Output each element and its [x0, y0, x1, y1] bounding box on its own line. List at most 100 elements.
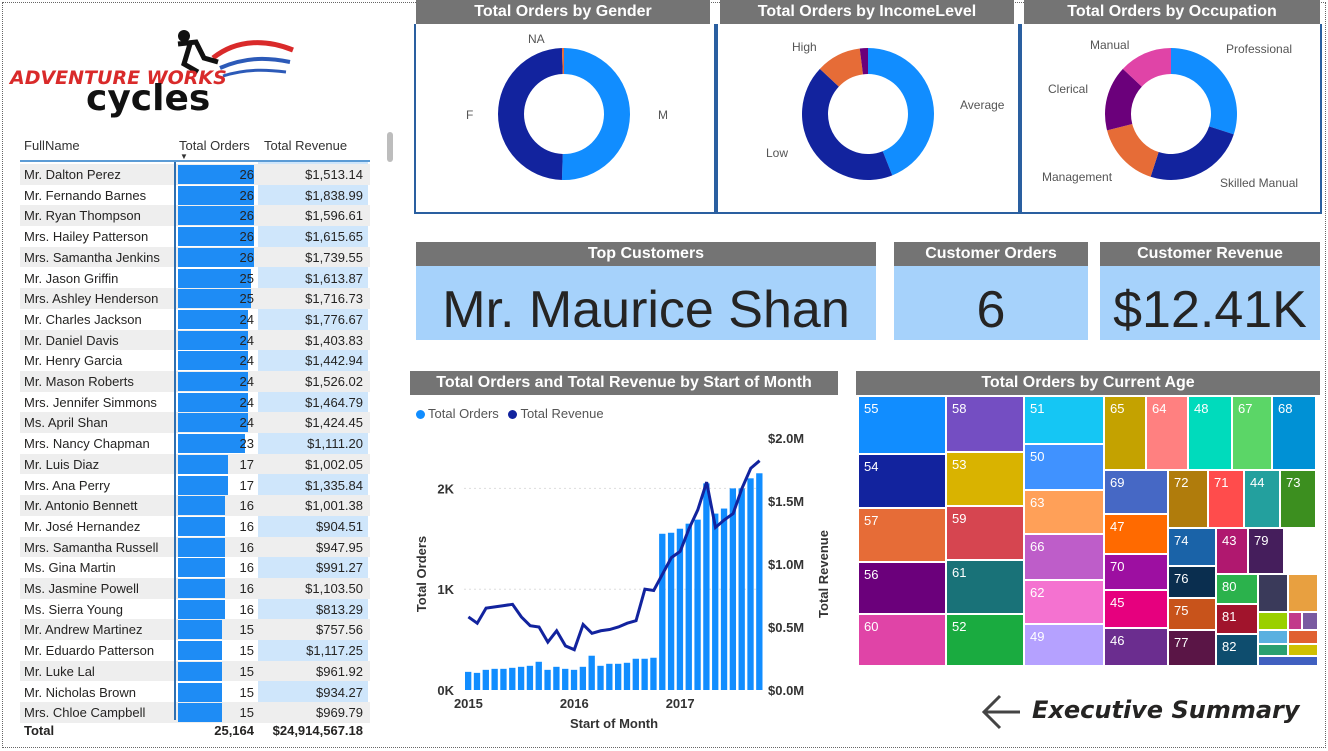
- income-donut-chart[interactable]: [718, 24, 1018, 210]
- table-row[interactable]: Mr. Charles Jackson 24 $1,776.67: [20, 309, 370, 330]
- treemap-cell-age-50[interactable]: 50: [1024, 444, 1104, 490]
- age-treemap[interactable]: 55 54 57 56 60 58 53 59 61 52 51 50 63 66 62 49 65 64 48 67…: [858, 396, 1318, 668]
- occupation-slice-professional[interactable]: [1171, 48, 1237, 135]
- treemap-cell-age-63[interactable]: 63: [1024, 490, 1104, 534]
- treemap-cell-small[interactable]: [1258, 630, 1288, 644]
- orders-bar[interactable]: [606, 663, 613, 690]
- treemap-cell-age-62[interactable]: 62: [1024, 580, 1104, 624]
- gender-donut-chart[interactable]: [416, 24, 714, 210]
- orders-bar[interactable]: [703, 483, 710, 690]
- orders-bar[interactable]: [597, 665, 604, 690]
- treemap-cell-small[interactable]: [1288, 644, 1318, 656]
- orders-bar[interactable]: [491, 668, 498, 690]
- treemap-cell-age-82[interactable]: 82: [1216, 634, 1258, 666]
- table-row[interactable]: Mr. Eduardo Patterson 15 $1,117.25: [20, 640, 370, 661]
- income-slice-low[interactable]: [802, 68, 893, 181]
- treemap-cell-age-55[interactable]: 55: [858, 396, 946, 454]
- orders-bar[interactable]: [473, 672, 481, 690]
- orders-bar[interactable]: [720, 508, 728, 690]
- table-row[interactable]: Ms. Jasmine Powell 16 $1,103.50: [20, 578, 370, 599]
- treemap-cell-age-79[interactable]: 79: [1248, 528, 1284, 574]
- treemap-cell-age-54[interactable]: 54: [858, 454, 946, 508]
- treemap-cell-age-81[interactable]: 81: [1216, 604, 1258, 634]
- orders-bar[interactable]: [659, 533, 666, 690]
- orders-bar[interactable]: [579, 666, 587, 690]
- orders-bar[interactable]: [623, 662, 631, 690]
- table-row[interactable]: Ms. Sierra Young 16 $813.29: [20, 599, 370, 620]
- gender-slice-m[interactable]: [561, 48, 630, 181]
- orders-bar[interactable]: [535, 661, 542, 690]
- treemap-cell-age-44[interactable]: 44: [1244, 470, 1280, 528]
- orders-bar[interactable]: [509, 667, 516, 690]
- orders-bar[interactable]: [482, 669, 489, 690]
- treemap-cell-small[interactable]: [1258, 574, 1288, 612]
- orders-bar[interactable]: [729, 488, 737, 690]
- legend-item-total-revenue[interactable]: Total Revenue: [508, 406, 604, 421]
- orders-bar[interactable]: [500, 668, 507, 690]
- treemap-cell-small[interactable]: [1288, 574, 1318, 612]
- treemap-cell-age-61[interactable]: 61: [946, 560, 1024, 614]
- treemap-cell-age-71[interactable]: 71: [1208, 470, 1244, 528]
- treemap-cell-age-49[interactable]: 49: [1024, 624, 1104, 666]
- column-header-fullname[interactable]: FullName: [24, 138, 80, 153]
- table-row[interactable]: Mr. Jason Griffin 25 $1,613.87: [20, 268, 370, 289]
- treemap-cell-small[interactable]: [1288, 612, 1302, 630]
- treemap-cell-age-74[interactable]: 74: [1168, 528, 1216, 566]
- treemap-cell-age-57[interactable]: 57: [858, 508, 946, 562]
- treemap-cell-age-70[interactable]: 70: [1104, 554, 1168, 590]
- table-row[interactable]: Mrs. Jennifer Simmons 24 $1,464.79: [20, 392, 370, 413]
- legend-item-total-orders[interactable]: Total Orders: [416, 406, 499, 421]
- treemap-cell-age-47[interactable]: 47: [1104, 514, 1168, 554]
- orders-bar[interactable]: [544, 669, 551, 690]
- table-row[interactable]: Mr. Andrew Martinez 15 $757.56: [20, 619, 370, 641]
- table-row[interactable]: Mr. Antonio Bennett 16 $1,001.38: [20, 495, 370, 516]
- treemap-cell-age-64[interactable]: 64: [1146, 396, 1188, 470]
- treemap-cell-small[interactable]: [1258, 644, 1288, 656]
- treemap-cell-age-66[interactable]: 66: [1024, 534, 1104, 580]
- occupation-slice-management[interactable]: [1107, 123, 1159, 177]
- treemap-cell-age-60[interactable]: 60: [858, 614, 946, 666]
- orders-bar[interactable]: [685, 523, 692, 690]
- table-row[interactable]: Mr. Mason Roberts 24 $1,526.02: [20, 371, 370, 392]
- treemap-cell-small[interactable]: [1258, 656, 1318, 666]
- table-scrollbar[interactable]: [387, 132, 393, 162]
- treemap-cell-age-48[interactable]: 48: [1188, 396, 1232, 470]
- treemap-cell-age-76[interactable]: 76: [1168, 566, 1216, 598]
- treemap-cell-small[interactable]: [1288, 630, 1318, 644]
- orders-bar[interactable]: [641, 658, 648, 690]
- table-row[interactable]: Mrs. Nancy Chapman 23 $1,111.20: [20, 433, 370, 454]
- table-row[interactable]: Ms. Gina Martin 16 $991.27: [20, 557, 370, 578]
- table-row[interactable]: Mrs. Samantha Jenkins 26 $1,739.55: [20, 246, 370, 268]
- orders-bar[interactable]: [694, 519, 701, 690]
- orders-bar[interactable]: [712, 513, 719, 690]
- treemap-cell-age-67[interactable]: 67: [1232, 396, 1272, 470]
- treemap-cell-small[interactable]: [1302, 612, 1318, 630]
- table-row[interactable]: Mrs. Samantha Russell 16 $947.95: [20, 536, 370, 558]
- table-row[interactable]: Mr. Luis Diaz 17 $1,002.05: [20, 453, 370, 475]
- treemap-cell-age-56[interactable]: 56: [858, 562, 946, 614]
- treemap-cell-age-46[interactable]: 46: [1104, 628, 1168, 666]
- table-row[interactable]: Mr. Fernando Barnes 26 $1,838.99: [20, 185, 370, 206]
- orders-bar[interactable]: [650, 657, 657, 690]
- treemap-cell-age-52[interactable]: 52: [946, 614, 1024, 666]
- treemap-cell-age-51[interactable]: 51: [1024, 396, 1104, 444]
- orders-bar[interactable]: [747, 478, 754, 690]
- occupation-slice-skilled-manual[interactable]: [1150, 126, 1234, 180]
- table-row[interactable]: Mrs. Hailey Patterson 26 $1,615.65: [20, 226, 370, 247]
- executive-summary-nav-button[interactable]: Executive Summary: [980, 690, 1300, 734]
- table-row[interactable]: Mr. Nicholas Brown 15 $934.27: [20, 682, 370, 703]
- table-row[interactable]: Mr. Henry Garcia 24 $1,442.94: [20, 350, 370, 371]
- treemap-cell-age-68[interactable]: 68: [1272, 396, 1316, 470]
- table-row[interactable]: Mr. Ryan Thompson 26 $1,596.61: [20, 205, 370, 227]
- treemap-cell-age-77[interactable]: 77: [1168, 630, 1216, 666]
- table-row[interactable]: Ms. April Shan 24 $1,424.45: [20, 412, 370, 434]
- treemap-cell-age-45[interactable]: 45: [1104, 590, 1168, 628]
- table-row[interactable]: Mr. Daniel Davis 24 $1,403.83: [20, 329, 370, 351]
- orders-revenue-combo-chart[interactable]: 0K 1K 2K $0.0M $0.5M $1.0M $1.5M $2.0M 2015 2016 2…: [406, 420, 842, 740]
- table-row[interactable]: Mr. Dalton Perez 26 $1,513.14: [20, 164, 370, 185]
- column-header-total-orders[interactable]: Total Orders: [179, 138, 250, 153]
- treemap-cell-age-72[interactable]: 72: [1168, 470, 1208, 528]
- table-row[interactable]: Mr. José Hernandez 16 $904.51: [20, 516, 370, 537]
- gender-slice-f[interactable]: [497, 48, 563, 180]
- treemap-cell-age-73[interactable]: 73: [1280, 470, 1316, 528]
